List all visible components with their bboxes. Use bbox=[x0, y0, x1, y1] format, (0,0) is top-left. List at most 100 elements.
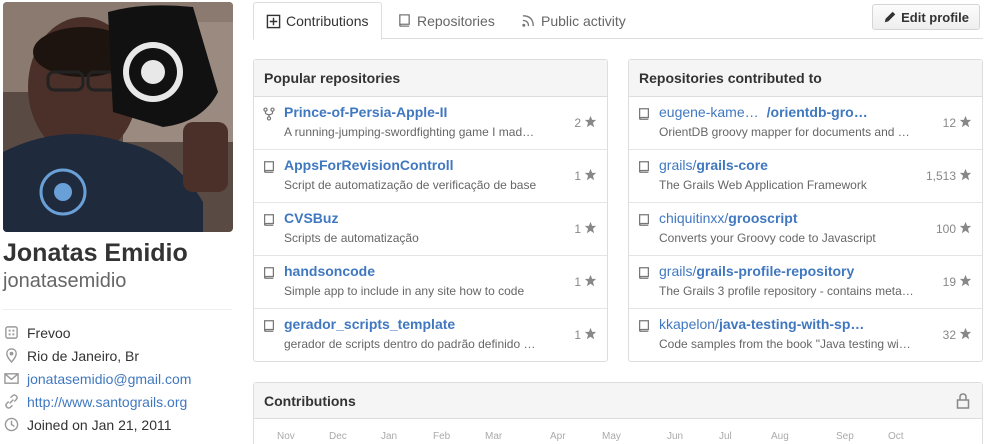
repo-title: grooscript bbox=[728, 210, 798, 226]
repo-name-link[interactable]: AppsForRevisionControll bbox=[284, 157, 454, 173]
repo-star-count: 32 bbox=[943, 327, 972, 343]
star-icon bbox=[581, 327, 597, 343]
month-label: Feb bbox=[433, 431, 451, 442]
repo-star-count: 1,513 bbox=[926, 168, 972, 184]
repo-description: The Grails Web Application Framework bbox=[659, 178, 867, 192]
repo-name-link[interactable]: Prince-of-Persia-Apple-II bbox=[284, 104, 447, 120]
repo-name-link[interactable]: grails/grails-core bbox=[659, 157, 768, 173]
tab-repositories[interactable]: Repositories bbox=[397, 2, 495, 39]
star-icon bbox=[956, 221, 972, 237]
month-label: Nov bbox=[277, 431, 295, 442]
detail-location-text: Rio de Janeiro, Br bbox=[27, 347, 140, 364]
repo-title: /orientdb-gro… bbox=[766, 104, 868, 120]
avatar[interactable] bbox=[3, 2, 233, 232]
repo-icon bbox=[637, 319, 651, 333]
repo-description: Script de automatização de verificação d… bbox=[284, 178, 537, 192]
repo-icon bbox=[262, 319, 276, 333]
month-label: Mar bbox=[485, 431, 503, 442]
repo-title: java-testing-with-sp… bbox=[718, 316, 865, 332]
popular-repo-item[interactable]: CVSBuz Scripts de automatização 1 bbox=[254, 203, 607, 256]
contributed-repo-item[interactable]: grails/grails-profile-repository The Grai… bbox=[629, 256, 982, 309]
repo-name-link[interactable]: chiquitinxx/grooscript bbox=[659, 210, 798, 226]
repo-star-count: 2 bbox=[574, 115, 597, 131]
repo-name-link[interactable]: handsoncode bbox=[284, 263, 375, 279]
repo-icon bbox=[262, 160, 276, 174]
contributed-repo-item[interactable]: grails/grails-core The Grails Web Applica… bbox=[629, 150, 982, 203]
month-label: Jul bbox=[719, 431, 732, 442]
popular-repo-item[interactable]: gerador_scripts_templategerador de scrip… bbox=[254, 309, 607, 362]
profile-username: jonatasemidio bbox=[3, 270, 127, 292]
edit-profile-label: Edit profile bbox=[901, 9, 969, 25]
detail-email: jonatasemidio@gmail.com bbox=[3, 367, 233, 390]
contributions-title-text: Contributions bbox=[264, 392, 356, 409]
rss-icon bbox=[522, 15, 534, 27]
repo-name-link[interactable]: grails/grails-profile-repository bbox=[659, 263, 854, 279]
repo-star-count: 1 bbox=[574, 327, 597, 343]
repo-name-link[interactable]: eugene-kame… /orientdb-gro… bbox=[659, 104, 868, 120]
repo-owner: grails/ bbox=[659, 263, 697, 279]
detail-location: Rio de Janeiro, Br bbox=[3, 344, 233, 367]
repo-icon bbox=[262, 266, 276, 280]
star-count-value: 1 bbox=[574, 222, 581, 236]
repo-name-link[interactable]: kkapelon/java-testing-with-sp… bbox=[659, 316, 864, 332]
star-icon bbox=[956, 115, 972, 131]
star-count-value: 32 bbox=[942, 328, 956, 342]
repo-owner: kkapelon/ bbox=[659, 316, 719, 332]
star-count-value: 100 bbox=[935, 222, 956, 236]
star-count-value: 1 bbox=[574, 328, 581, 342]
repo-owner: eugene-kame… bbox=[659, 104, 759, 120]
star-icon bbox=[581, 221, 597, 237]
repo-description: gerador de scripts dentro do padrão defi… bbox=[284, 337, 536, 351]
star-count-value: 19 bbox=[942, 275, 956, 289]
contributions-box: Contributions Nov Dec Jan Feb Mar Apr May Jun Ju… bbox=[253, 382, 983, 444]
popular-repositories-box: Popular repositories Prince-of-Persia-Ap… bbox=[253, 59, 608, 362]
star-count-value: 2 bbox=[574, 116, 581, 130]
email-link[interactable]: jonatasemidio@gmail.com bbox=[27, 371, 191, 387]
repo-star-count: 19 bbox=[943, 274, 972, 290]
popular-repositories-title: Popular repositories bbox=[254, 60, 607, 97]
contributed-repo-item[interactable]: eugene-kame… /orientdb-gro… OrientDB groov… bbox=[629, 97, 982, 150]
detail-organization: Frevoo bbox=[3, 321, 233, 344]
repo-title: grails-core bbox=[696, 157, 768, 173]
repo-name-link[interactable]: CVSBuz bbox=[284, 210, 338, 226]
month-label: Dec bbox=[329, 431, 347, 442]
tab-repositories-label: Repositories bbox=[417, 12, 495, 29]
location-icon bbox=[3, 348, 19, 364]
divider bbox=[3, 309, 232, 310]
repo-icon bbox=[399, 14, 410, 27]
repo-title: grails-profile-repository bbox=[696, 263, 855, 279]
repo-star-count: 12 bbox=[943, 115, 972, 131]
profile-tabs: Contributions Repositories Public activi… bbox=[253, 2, 983, 40]
popular-repo-item[interactable]: handsoncode Simple app to include in any … bbox=[254, 256, 607, 309]
popular-repo-item[interactable]: Prince-of-Persia-Apple-II A running-jumpi… bbox=[254, 97, 607, 150]
star-count-value: 1 bbox=[574, 169, 581, 183]
popular-repo-item[interactable]: AppsForRevisionControll Script de automat… bbox=[254, 150, 607, 203]
contributed-repo-item[interactable]: kkapelon/java-testing-with-sp… Code sampl… bbox=[629, 309, 982, 362]
tab-contributions[interactable]: Contributions bbox=[253, 2, 382, 40]
pencil-icon bbox=[884, 11, 896, 23]
repo-description: Converts your Groovy code to Javascript bbox=[659, 231, 876, 245]
lock-icon[interactable] bbox=[956, 393, 970, 409]
star-icon bbox=[581, 168, 597, 184]
tab-contributions-label: Contributions bbox=[286, 13, 369, 29]
repo-icon bbox=[262, 213, 276, 227]
repo-description: The Grails 3 profile repository - contai… bbox=[659, 284, 914, 298]
organization-icon bbox=[3, 325, 19, 341]
repo-name-link[interactable]: gerador_scripts_template bbox=[284, 316, 455, 332]
repo-owner: chiquitinxx/ bbox=[659, 210, 729, 226]
avatar-image bbox=[3, 2, 233, 232]
contributed-repo-item[interactable]: chiquitinxx/grooscript Converts your Groo… bbox=[629, 203, 982, 256]
detail-organization-text: Frevoo bbox=[27, 324, 71, 341]
star-count-value: 1,513 bbox=[925, 169, 956, 183]
website-link[interactable]: http://www.santograils.org bbox=[27, 394, 187, 410]
repo-icon bbox=[637, 213, 651, 227]
month-label: Oct bbox=[888, 431, 904, 442]
plus-square-icon bbox=[266, 14, 281, 28]
repo-description: A running-jumping-swordfighting game I m… bbox=[284, 125, 535, 139]
detail-joined-text: Joined on Jan 21, 2011 bbox=[27, 416, 172, 433]
tab-public-activity[interactable]: Public activity bbox=[521, 2, 626, 39]
repo-star-count: 1 bbox=[574, 168, 597, 184]
clock-icon bbox=[3, 417, 19, 433]
star-icon bbox=[581, 115, 597, 131]
edit-profile-button[interactable]: Edit profile bbox=[872, 4, 980, 30]
